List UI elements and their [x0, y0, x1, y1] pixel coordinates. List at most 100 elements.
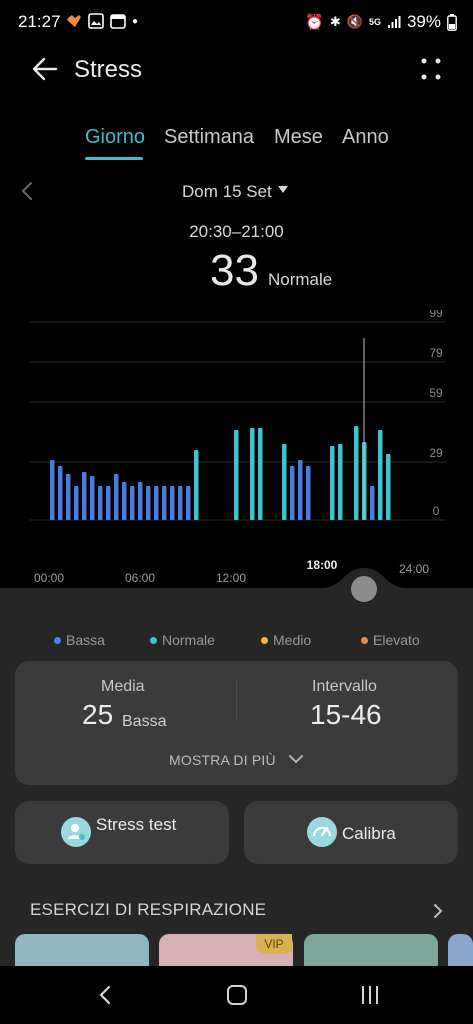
divider	[236, 679, 237, 721]
alarm-icon: ⏰	[305, 14, 324, 31]
x-tick-label: 12:00	[216, 571, 246, 585]
exercise-card[interactable]	[304, 934, 438, 968]
stress-value: 33	[210, 246, 259, 295]
stress-bar[interactable]	[122, 482, 127, 520]
caret-down-icon[interactable]	[278, 186, 288, 194]
nav-home-icon[interactable]	[227, 985, 247, 1005]
legend-item-medio: Medio	[261, 632, 311, 648]
status-bar: 21:27 ● ⏰ ✱ 🔇 5G 39%	[0, 0, 473, 44]
y-tick-label: 79	[429, 346, 443, 360]
date-selector: Dom 15 Set	[0, 180, 473, 206]
avg-value: 25	[82, 699, 114, 730]
selected-time-range: 20:30–21:00	[189, 222, 284, 241]
more-dots-icon[interactable]	[419, 56, 443, 82]
stress-bar[interactable]	[114, 474, 119, 520]
chevron-left-icon[interactable]	[20, 180, 34, 202]
stats-card: Media 25 Bassa Intervallo 15-46 MOSTRA D…	[15, 661, 458, 785]
stress-bar[interactable]	[58, 466, 63, 520]
network-label: 5G	[368, 17, 381, 27]
gauge-icon	[307, 817, 337, 847]
arrow-left-icon[interactable]	[30, 54, 60, 84]
stress-bar[interactable]	[138, 482, 143, 520]
stress-bar[interactable]	[290, 466, 295, 520]
stress-bar[interactable]	[234, 430, 239, 520]
stress-bar[interactable]	[98, 486, 103, 520]
stress-bar[interactable]	[370, 486, 375, 520]
stress-test-button[interactable]: Stress test	[15, 801, 229, 864]
stress-bar[interactable]	[50, 460, 55, 520]
page-title: Stress	[74, 56, 143, 83]
stress-bar[interactable]	[146, 486, 151, 520]
stress-bar[interactable]	[90, 476, 95, 520]
active-tab-indicator	[85, 157, 143, 160]
legend-item-normale: Normale	[150, 632, 215, 648]
legend-dot-icon	[361, 636, 368, 644]
status-time: 21:27	[18, 12, 61, 31]
calibrate-button[interactable]: Calibra	[244, 801, 458, 864]
nav-recent-icon[interactable]	[360, 986, 380, 1004]
stress-bar[interactable]	[282, 444, 287, 520]
bluetooth-icon: ✱	[329, 14, 341, 29]
stress-bar[interactable]	[338, 444, 343, 520]
tab-mese[interactable]: Mese	[274, 126, 323, 149]
stress-bar[interactable]	[66, 474, 71, 520]
tab-giorno[interactable]: Giorno	[85, 126, 145, 149]
vip-badge: VIP	[256, 934, 292, 954]
battery-icon	[447, 13, 457, 31]
chart-legend: Bassa Normale Medio Elevato	[0, 632, 473, 652]
range-label: Intervallo	[312, 678, 377, 695]
tab-anno[interactable]: Anno	[342, 126, 389, 149]
stress-bar[interactable]	[194, 450, 199, 520]
calibrate-label: Calibra	[342, 824, 396, 843]
system-nav-bar	[0, 966, 473, 1024]
notification-icons: ●	[66, 13, 138, 29]
person-icon	[61, 817, 91, 847]
exercise-card[interactable]	[448, 934, 473, 968]
x-tick-label: 06:00	[125, 571, 155, 585]
exercise-card[interactable]	[15, 934, 149, 968]
y-tick-label: 0	[433, 504, 440, 518]
tab-settimana[interactable]: Settimana	[164, 126, 254, 149]
stress-bar[interactable]	[106, 486, 111, 520]
stress-level: Normale	[268, 270, 333, 289]
stress-bar[interactable]	[82, 472, 87, 520]
stress-bar[interactable]	[250, 428, 255, 520]
notification-dot-icon: ●	[132, 15, 139, 27]
stress-bar[interactable]	[154, 486, 159, 520]
y-tick-label: 59	[429, 386, 443, 400]
stress-bar[interactable]	[170, 486, 175, 520]
stress-bar[interactable]	[162, 486, 167, 520]
gallery-icon	[88, 13, 104, 29]
app-header: Stress	[0, 48, 473, 92]
health-app-icon	[67, 15, 81, 27]
stress-test-label: Stress test	[96, 815, 177, 834]
stress-bar[interactable]	[330, 446, 335, 520]
stress-bar[interactable]	[178, 486, 183, 520]
stress-chart[interactable]: 99795929000:00 06:00 12:0018:00 24:00	[0, 310, 473, 590]
chevron-right-icon[interactable]	[433, 903, 443, 919]
stress-bar[interactable]	[354, 426, 359, 520]
stress-bar[interactable]	[386, 454, 391, 520]
timeline-slider-handle[interactable]	[351, 576, 377, 602]
legend-item-elevato: Elevato	[361, 632, 420, 648]
range-value: 15-46	[310, 699, 382, 730]
stress-bar[interactable]	[298, 460, 303, 520]
nav-back-icon[interactable]	[98, 985, 112, 1005]
stress-bar[interactable]	[74, 486, 79, 520]
signal-icon	[387, 16, 401, 28]
system-icons: ⏰ ✱ 🔇 5G 39%	[305, 12, 457, 32]
show-more-button[interactable]: MOSTRA DI PIÙ	[169, 752, 276, 768]
chevron-down-icon[interactable]	[289, 754, 303, 764]
mute-icon: 🔇	[346, 14, 363, 29]
period-tabs: Giorno Settimana Mese Anno	[0, 126, 473, 162]
date-label[interactable]: Dom 15 Set	[182, 182, 272, 202]
legend-item-bassa: Bassa	[54, 632, 105, 648]
legend-dot-icon	[261, 636, 268, 644]
stress-bar[interactable]	[130, 486, 135, 520]
stress-bar[interactable]	[186, 486, 191, 520]
stress-bar[interactable]	[378, 430, 383, 520]
y-tick-label: 29	[429, 446, 443, 460]
stress-bar[interactable]	[306, 466, 311, 520]
legend-dot-icon	[150, 636, 157, 644]
stress-bar[interactable]	[258, 428, 263, 520]
